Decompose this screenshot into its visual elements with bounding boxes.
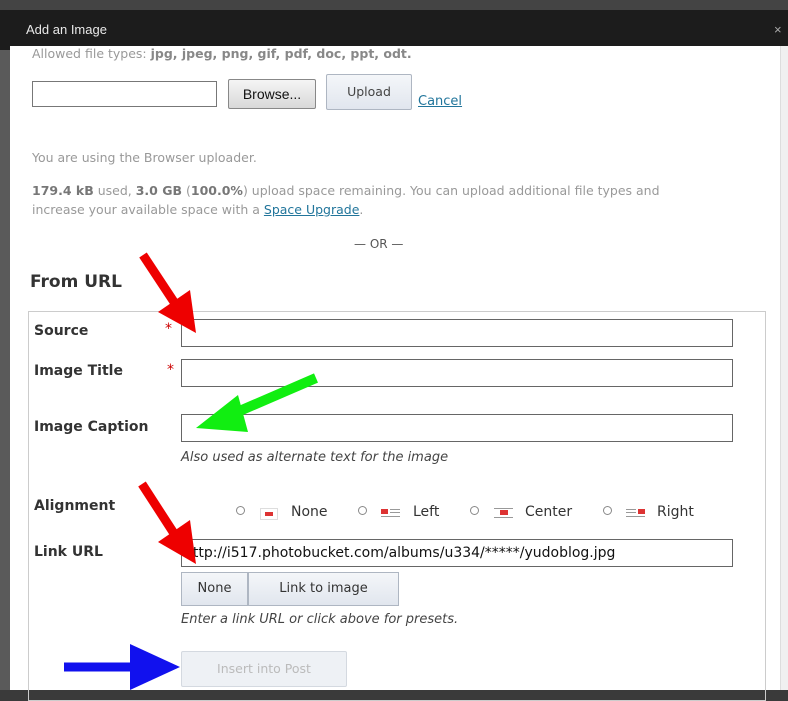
align-right-label[interactable]: Right <box>657 504 694 520</box>
image-title-label: Image Title <box>34 363 123 379</box>
link-url-input[interactable]: http://i517.photobucket.com/albums/u334/… <box>181 539 733 567</box>
source-input[interactable] <box>181 319 733 347</box>
space-upgrade-link[interactable]: Space Upgrade <box>264 202 360 217</box>
insert-into-post-button[interactable]: Insert into Post <box>181 651 347 687</box>
upload-button[interactable]: Upload <box>326 74 412 110</box>
dialog-title: Add an Image <box>26 22 107 37</box>
alignment-label: Alignment <box>34 498 116 514</box>
align-left-radio[interactable] <box>358 506 367 515</box>
dialog-titlebar: Add an Image × <box>0 0 788 50</box>
allowed-types-list: jpg, jpeg, png, gif, pdf, doc, ppt, odt. <box>150 46 412 61</box>
browse-button[interactable]: Browse... <box>228 79 316 109</box>
align-none-icon <box>260 508 278 520</box>
align-none-label[interactable]: None <box>291 504 328 520</box>
align-none-radio[interactable] <box>236 506 245 515</box>
file-path-input[interactable] <box>32 81 217 107</box>
align-right-icon <box>626 508 646 520</box>
source-required: * <box>165 321 172 337</box>
align-right-radio[interactable] <box>603 506 612 515</box>
background-strip <box>0 50 10 690</box>
caption-help: Also used as alternate text for the imag… <box>181 450 449 465</box>
link-none-button[interactable]: None <box>181 572 248 606</box>
link-url-label: Link URL <box>34 544 103 560</box>
image-caption-input[interactable] <box>181 414 733 442</box>
align-center-icon <box>494 508 514 520</box>
image-caption-label: Image Caption <box>34 419 149 435</box>
allowed-file-types: Allowed file types: jpg, jpeg, png, gif,… <box>32 46 412 61</box>
from-url-heading: From URL <box>30 272 122 292</box>
align-left-label[interactable]: Left <box>413 504 439 520</box>
align-center-label[interactable]: Center <box>525 504 572 520</box>
align-left-icon <box>381 508 401 520</box>
scrollbar[interactable] <box>780 46 788 690</box>
image-title-input[interactable] <box>181 359 733 387</box>
uploader-note: You are using the Browser uploader. <box>32 150 257 165</box>
link-help: Enter a link URL or click above for pres… <box>181 612 459 627</box>
link-to-image-button[interactable]: Link to image <box>248 572 399 606</box>
cancel-link[interactable]: Cancel <box>418 94 462 109</box>
close-icon[interactable]: × <box>774 22 782 37</box>
align-center-radio[interactable] <box>470 506 479 515</box>
image-title-required: * <box>167 362 174 378</box>
source-label: Source <box>34 323 89 339</box>
dialog-body: Allowed file types: jpg, jpeg, png, gif,… <box>10 46 784 701</box>
space-info: 179.4 kB used, 3.0 GB (100.0%) upload sp… <box>32 183 660 217</box>
or-separator: — OR — <box>354 237 404 251</box>
